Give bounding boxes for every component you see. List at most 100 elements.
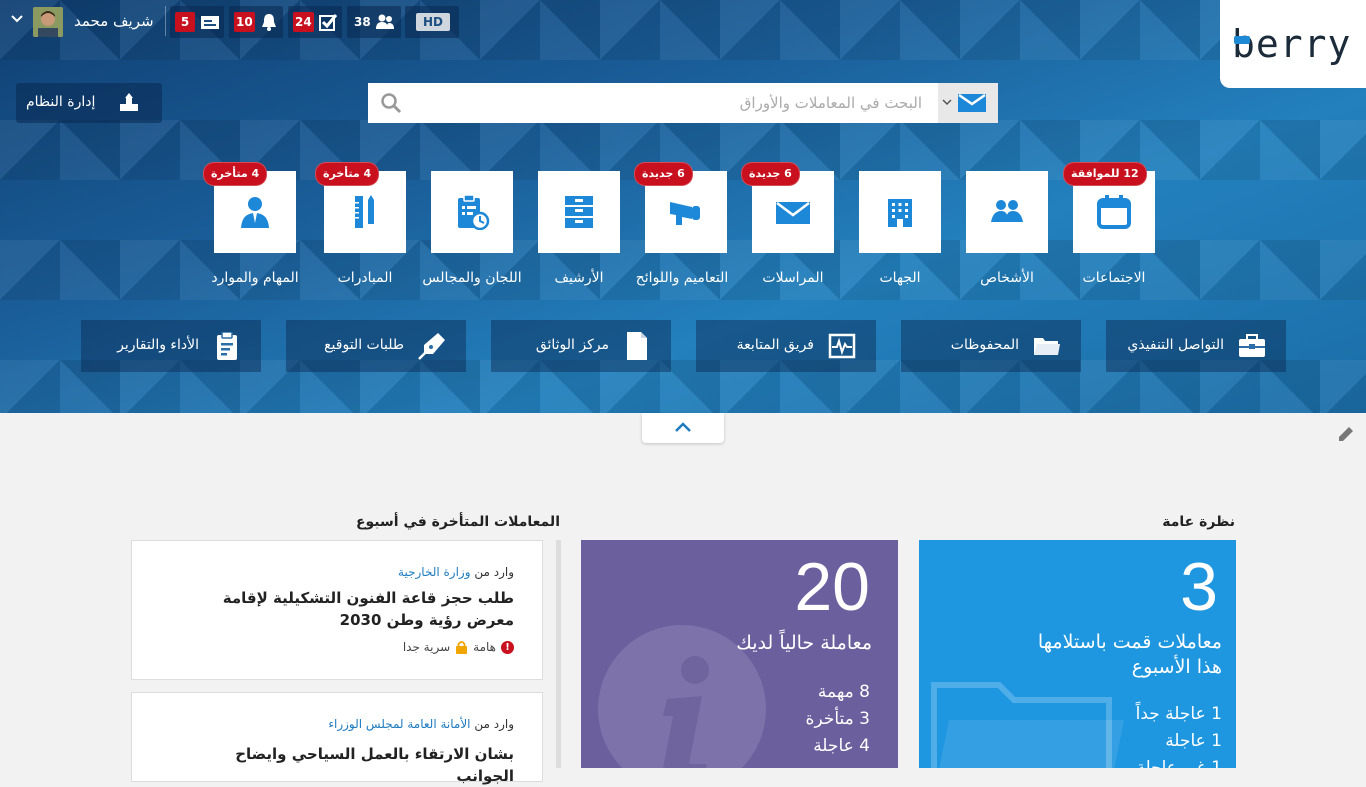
quick-link-followup-team[interactable]: فريق المتابعة	[696, 320, 876, 372]
search-type-dropdown[interactable]	[938, 83, 998, 123]
received-card[interactable]: 3 معاملات قمت باستلامها هذا الأسبوع 1 عا…	[919, 540, 1236, 768]
secrecy-label: سرية جدا	[402, 640, 451, 654]
folder-icon	[1034, 338, 1060, 355]
ruler-pencil-icon	[355, 195, 374, 228]
status-badge: 12 للموافقة	[1063, 162, 1147, 186]
received-line-2: هذا الأسبوع	[1131, 656, 1222, 678]
edit-pencil-icon[interactable]	[1338, 426, 1354, 442]
quick-link-label: مركز الوثائق	[535, 337, 609, 353]
alert-icon: !	[501, 640, 514, 654]
envelope-icon	[958, 94, 986, 112]
quick-link-documents-center[interactable]: مركز الوثائق	[491, 320, 671, 372]
clipboard-clock-icon	[458, 194, 490, 230]
late-item-title[interactable]: طلب حجز قاعة الفنون التشكيلية لإقامة معر…	[174, 587, 514, 631]
source-link[interactable]: الأمانة العامة لمجلس الوزراء	[328, 717, 470, 731]
archive-drawers-icon	[565, 196, 593, 228]
quick-link-executive-communication[interactable]: التواصل التنفيذي	[1106, 320, 1286, 372]
pulse-monitor-icon	[828, 333, 856, 359]
quick-link-label: طلبات التوقيع	[324, 337, 404, 353]
current-count: 20	[794, 549, 870, 625]
divider	[165, 6, 166, 36]
quick-link-signature-requests[interactable]: طلبات التوقيع	[286, 320, 466, 372]
current-stat: 8 مهمة	[817, 682, 870, 702]
system-admin-button[interactable]: إدارة النظام	[16, 83, 162, 123]
hd-toggle[interactable]: HD	[405, 6, 459, 38]
search-bar	[368, 83, 998, 123]
current-card[interactable]: 20 معاملة حالياً لديك 8 مهمة 3 متأخرة 4 …	[581, 540, 898, 768]
calendar-icon	[1097, 195, 1131, 229]
people-icon	[991, 200, 1023, 222]
received-stat: 1 عاجلة	[1165, 731, 1222, 751]
message-card-icon	[201, 16, 219, 29]
module-committees[interactable]	[431, 171, 513, 253]
report-clipboard-icon	[217, 332, 237, 360]
late-item-source: وارد من وزارة الخارجية	[398, 565, 514, 579]
search-input[interactable]	[412, 83, 932, 123]
notification-alerts[interactable]: 10	[229, 6, 283, 38]
chevron-down-icon[interactable]	[10, 13, 24, 25]
late-item[interactable]: وارد من الأمانة العامة لمجلس الوزراء بشا…	[131, 692, 543, 785]
late-title: المعاملات المتأخرة في أسبوع	[355, 514, 560, 530]
avatar[interactable]	[33, 7, 63, 37]
notification-count: 24	[293, 12, 314, 32]
envelope-icon	[776, 202, 810, 224]
notification-count: 38	[354, 15, 371, 29]
module-people[interactable]	[966, 171, 1048, 253]
notification-count: 5	[175, 12, 195, 32]
current-stat: 3 متأخرة	[805, 709, 870, 729]
pen-nib-icon	[418, 333, 445, 360]
user-name[interactable]: شريف محمد	[74, 12, 154, 30]
bell-icon	[262, 14, 276, 31]
module-label-correspondence[interactable]: المراسلات	[728, 270, 858, 286]
logo-accent	[1234, 36, 1250, 44]
document-icon	[627, 332, 647, 360]
briefcase-icon	[1239, 334, 1265, 357]
late-item-tags: ! هامة سرية جدا	[403, 640, 514, 654]
collapse-hero-button[interactable]	[642, 413, 724, 443]
quick-link-performance-reports[interactable]: الأداء والتقارير	[81, 320, 261, 372]
quick-link-label: المحفوظات	[950, 337, 1019, 353]
current-stat: 4 عاجلة	[813, 736, 870, 756]
hero-banner: شريف محمد 5 10 24 38 HD إدارة النظام الب…	[0, 0, 1366, 413]
from-prefix: وارد من	[474, 717, 514, 731]
system-admin-label: إدارة النظام	[26, 94, 96, 110]
notification-tasks[interactable]: 24	[288, 6, 342, 38]
late-item-source: وارد من الأمانة العامة لمجلس الوزراء	[328, 717, 514, 731]
quick-link-saved-files[interactable]: المحفوظات	[901, 320, 1081, 372]
module-label-tasks-resources[interactable]: المهام والموارد	[190, 270, 320, 286]
status-badge: 6 جديدة	[741, 162, 800, 186]
notification-users[interactable]: 38	[347, 6, 401, 38]
lock-icon	[456, 641, 468, 654]
quick-link-label: الأداء والتقارير	[117, 337, 199, 353]
module-archive[interactable]	[538, 171, 620, 253]
notification-messages[interactable]: 5	[170, 6, 224, 38]
status-badge: 6 جديدة	[634, 162, 693, 186]
from-prefix: وارد من	[474, 565, 514, 579]
building-icon	[888, 199, 912, 227]
quick-link-label: التواصل التنفيذي	[1127, 337, 1224, 353]
overview-title: نظرة عامة	[1162, 514, 1235, 530]
quick-link-label: فريق المتابعة	[736, 337, 814, 353]
person-icon	[241, 197, 269, 228]
received-stat: 1 عاجلة جداً	[1135, 704, 1222, 724]
brand-logo[interactable]: berry	[1220, 0, 1366, 88]
search-icon[interactable]	[380, 92, 402, 114]
source-link[interactable]: وزارة الخارجية	[398, 565, 470, 579]
late-item-title[interactable]: بشان الارتقاء بالعمل السياحي وايضاح الجو…	[174, 743, 514, 787]
status-badge: 4 متأخرة	[203, 162, 268, 186]
module-entities[interactable]	[859, 171, 941, 253]
status-badge: 4 متأخرة	[315, 162, 380, 186]
late-item[interactable]: وارد من وزارة الخارجية طلب حجز قاعة الفن…	[131, 540, 543, 680]
current-line-1: معاملة حالياً لديك	[736, 632, 872, 654]
received-stat: 1 غير عاجلة	[1136, 758, 1222, 768]
logo-text: berry	[1232, 22, 1352, 66]
users-icon	[376, 14, 394, 29]
folder-watermark-icon	[931, 682, 1124, 768]
received-count: 3	[1180, 549, 1218, 625]
admin-tools-icon	[120, 93, 138, 111]
notification-count: 10	[234, 12, 255, 32]
received-line-1: معاملات قمت باستلامها	[1037, 631, 1222, 653]
hd-label: HD	[416, 13, 450, 31]
chevron-up-icon	[675, 422, 691, 432]
megaphone-icon	[670, 202, 700, 225]
